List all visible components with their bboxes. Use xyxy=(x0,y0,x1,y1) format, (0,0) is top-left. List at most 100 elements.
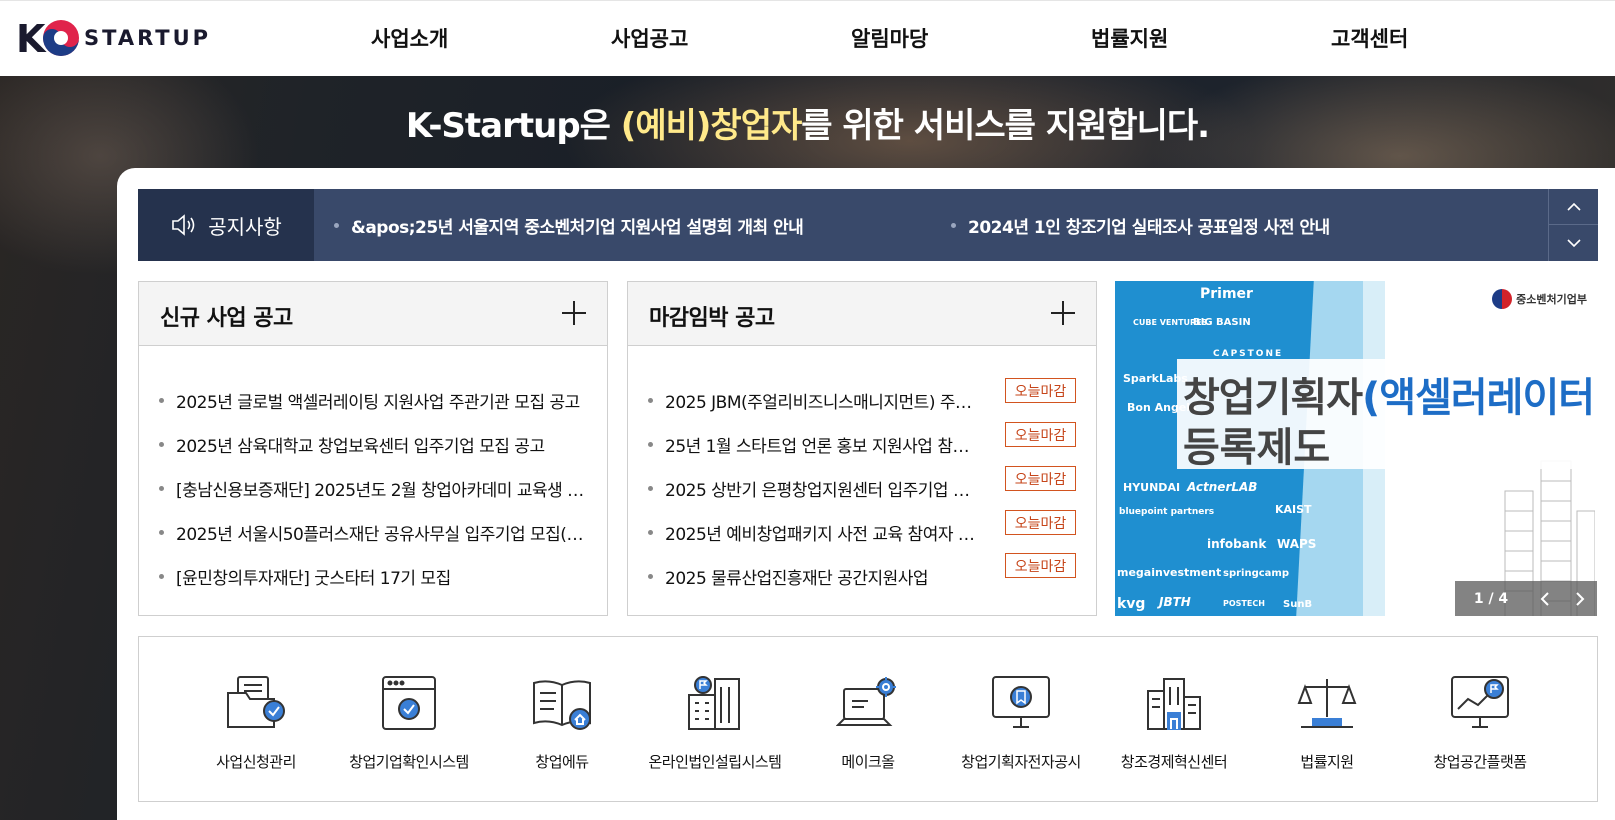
quick-link-label: 온라인법인설립시스템 xyxy=(648,753,782,771)
partner-logo: megainvestment xyxy=(1117,566,1222,579)
quick-link-application-management[interactable]: 사업신청관리 xyxy=(181,673,331,772)
box-title: 신규 사업 공고 xyxy=(160,306,293,331)
bullet xyxy=(648,485,653,491)
quick-link-startup-edu[interactable]: 창업에듀 xyxy=(487,673,637,772)
more-plus-icon[interactable] xyxy=(559,298,589,328)
partner-logo: JBTH xyxy=(1159,595,1191,609)
nav-customer-center[interactable]: 고객센터 xyxy=(1331,23,1408,53)
partner-logo: POSTECH xyxy=(1223,599,1265,608)
partner-logo: SunB xyxy=(1283,599,1313,610)
quick-link-label: 창업기획자전자공시 xyxy=(961,753,1081,771)
list-item-text: 2025년 서울시50플러스재단 공유사무실 입주기업 모집(상시) xyxy=(176,524,589,545)
list-item[interactable]: 2025년 예비창업패키지 사전 교육 참여자 모집 xyxy=(648,510,983,554)
laptop-gear-icon xyxy=(836,677,896,726)
banner-controls: 1 / 4 xyxy=(1455,581,1597,616)
due-today-badge: 오늘마감 xyxy=(1005,466,1076,491)
notice-next-button[interactable] xyxy=(1548,225,1598,261)
office-building-icon xyxy=(688,676,740,730)
quick-links: 사업신청관리 창업기업확인시스템 창업에듀 온라인법인설립시스템 메이크올 창업… xyxy=(138,636,1598,802)
bullet xyxy=(334,222,339,228)
notice-label-text: 공지사항 xyxy=(208,214,282,239)
quick-link-accelerator-disclosure[interactable]: 창업기획자전자공시 xyxy=(946,673,1096,772)
more-plus-icon[interactable] xyxy=(1048,298,1078,328)
partner-logo: BIG BASIN xyxy=(1193,317,1251,328)
notice-label[interactable]: 공지사항 xyxy=(138,189,314,261)
quick-link-creative-economy-center[interactable]: 창조경제혁신센터 xyxy=(1099,673,1249,772)
quick-link-startup-confirmation[interactable]: 창업기업확인시스템 xyxy=(334,673,484,772)
list-item-text: 2025 물류산업진흥재단 공간지원사업 xyxy=(665,568,929,589)
new-announcements-box: 신규 사업 공고 2025년 글로벌 액셀러레이팅 지원사업 주관기관 모집 공… xyxy=(138,281,608,616)
banner-page-indicator: 1 / 4 xyxy=(1473,590,1509,607)
ministry-seal: 중소벤처기업부 xyxy=(1492,289,1587,309)
notice-prev-button[interactable] xyxy=(1548,189,1598,225)
quick-link-label: 사업신청관리 xyxy=(216,753,296,771)
bullet xyxy=(159,485,164,491)
quick-link-label: 창업기업확인시스템 xyxy=(349,753,469,771)
hero-title-highlight: (예비)창업자 xyxy=(620,106,802,146)
city-building-icon xyxy=(1147,678,1201,730)
partner-logo: kvg xyxy=(1117,596,1146,612)
list-item-text: 2025년 삼육대학교 창업보육센터 입주기업 모집 공고 xyxy=(176,436,545,457)
partner-logo: infobank xyxy=(1207,537,1267,551)
list-item[interactable]: 25년 1월 스타트업 언론 홍보 지원사업 참가기업 모집 xyxy=(648,422,983,466)
bullet xyxy=(159,441,164,447)
partner-logo: bluepoint partners xyxy=(1119,507,1215,517)
list-item[interactable]: [윤민창의투자재단] 굿스타터 17기 모집 xyxy=(159,554,589,598)
quick-link-makeall[interactable]: 메이크올 xyxy=(793,673,943,772)
list-item[interactable]: 2025 JBM(주얼리비즈니스매니지먼트) 주얼리 창업 xyxy=(648,378,983,422)
bullet xyxy=(648,441,653,447)
chevron-down-icon xyxy=(1566,239,1581,248)
speaker-icon xyxy=(172,214,195,236)
list-item[interactable]: 2025년 서울시50플러스재단 공유사무실 입주기업 모집(상시) xyxy=(159,510,589,554)
hero-title-suffix: 를 위한 서비스를 지원합니다. xyxy=(801,106,1210,146)
list-item-text: [윤민창의투자재단] 굿스타터 17기 모집 xyxy=(176,568,451,589)
quick-link-label: 창업에듀 xyxy=(535,753,589,771)
list-item[interactable]: 2025년 글로벌 액셀러레이팅 지원사업 주관기관 모집 공고 xyxy=(159,378,589,422)
quick-link-legal-support[interactable]: 법률지원 xyxy=(1252,673,1402,772)
quick-link-label: 창업공간플랫폼 xyxy=(1433,753,1527,771)
hero-title-prefix: K-Startup은 xyxy=(405,106,621,146)
partner-logo: KAIST xyxy=(1275,503,1312,516)
folder-check-icon xyxy=(227,676,285,728)
banner-next-button[interactable] xyxy=(1562,581,1597,616)
banner-title-highlight: (액셀러레이터) xyxy=(1362,375,1597,421)
quick-link-label: 창조경제혁신센터 xyxy=(1120,753,1228,771)
hero-title: K-Startup은 (예비)창업자를 위한 서비스를 지원합니다. xyxy=(0,98,1615,147)
deadline-list: 2025 JBM(주얼리비즈니스매니지먼트) 주얼리 창업 25년 1월 스타트… xyxy=(648,378,983,598)
due-today-badge: 오늘마감 xyxy=(1005,378,1076,403)
bullet xyxy=(648,529,653,535)
quick-link-startup-space-platform[interactable]: 창업공간플랫폼 xyxy=(1405,673,1555,772)
list-item-text: [충남신용보증재단] 2025년도 2월 창업아카데미 교육생 모집 xyxy=(176,480,589,501)
nav-business-announcement[interactable]: 사업공고 xyxy=(611,23,688,53)
partner-logo: WAPS xyxy=(1277,537,1317,551)
notice-item[interactable]: &apos;25년 서울지역 중소벤처기업 지원사업 설명회 개최 안내 xyxy=(334,189,804,261)
monitor-bookmark-icon xyxy=(992,676,1050,728)
quick-link-online-incorporation[interactable]: 온라인법인설립시스템 xyxy=(640,673,790,772)
ministry-name: 중소벤처기업부 xyxy=(1516,293,1587,306)
due-today-badge: 오늘마감 xyxy=(1005,422,1076,447)
nav-notice-board[interactable]: 알림마당 xyxy=(851,23,928,53)
notice-item[interactable]: 2024년 1인 창조기업 실태조사 공표일정 사전 안내 xyxy=(951,189,1330,261)
list-item[interactable]: 2025 물류산업진흥재단 공간지원사업 xyxy=(648,554,983,598)
chevron-left-icon xyxy=(1540,591,1549,606)
list-item[interactable]: [충남신용보증재단] 2025년도 2월 창업아카데미 교육생 모집 xyxy=(159,466,589,510)
quick-link-label: 메이크올 xyxy=(841,753,895,771)
quick-link-label: 법률지원 xyxy=(1300,753,1354,771)
bullet xyxy=(951,222,956,228)
box-title: 마감임박 공고 xyxy=(649,306,775,331)
list-item-text: 2025 JBM(주얼리비즈니스매니지먼트) 주얼리 창업 xyxy=(665,392,983,413)
notice-item-text: &apos;25년 서울지역 중소벤처기업 지원사업 설명회 개최 안내 xyxy=(351,217,804,238)
nav-business-intro[interactable]: 사업소개 xyxy=(371,23,448,53)
bullet xyxy=(648,397,653,403)
notice-item-text: 2024년 1인 창조기업 실태조사 공표일정 사전 안내 xyxy=(968,217,1330,238)
box-header: 신규 사업 공고 xyxy=(139,282,607,346)
nav-legal-support[interactable]: 법률지원 xyxy=(1091,23,1168,53)
list-item-text: 25년 1월 스타트업 언론 홍보 지원사업 참가기업 모집 xyxy=(665,436,983,457)
notice-bar: 공지사항 &apos;25년 서울지역 중소벤처기업 지원사업 설명회 개최 안… xyxy=(138,189,1598,261)
promo-banner[interactable]: Primer CUBE VENTURES BIG BASIN CAPSTONE … xyxy=(1115,281,1597,616)
chevron-right-icon xyxy=(1575,591,1584,606)
banner-prev-button[interactable] xyxy=(1527,581,1562,616)
list-item[interactable]: 2025 상반기 은평창업지원센터 입주기업 모집 xyxy=(648,466,983,510)
list-item-text: 2025 상반기 은평창업지원센터 입주기업 모집 xyxy=(665,480,983,501)
list-item[interactable]: 2025년 삼육대학교 창업보육센터 입주기업 모집 공고 xyxy=(159,422,589,466)
